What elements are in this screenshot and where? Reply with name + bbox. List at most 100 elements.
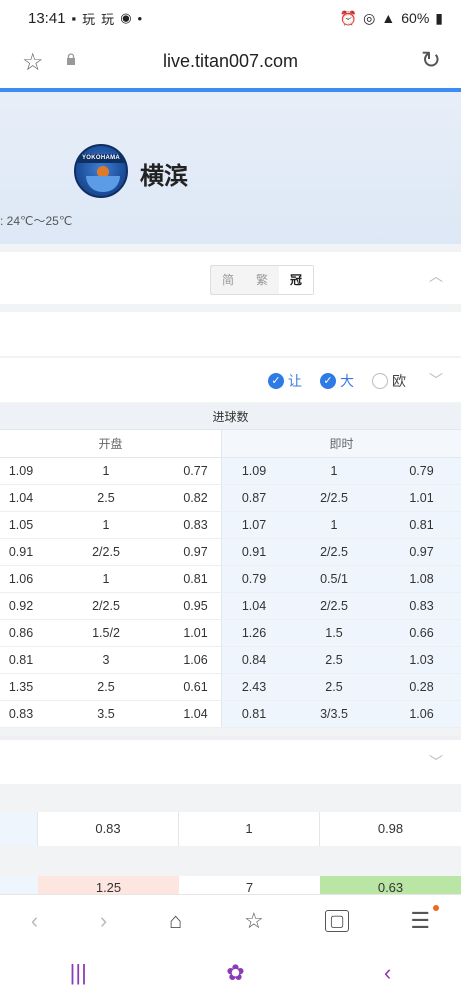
- table-row: 0.86 1.5/2 1.01 1.26 1.5 0.66: [0, 620, 461, 647]
- filter-overunder[interactable]: ✓ 大: [320, 371, 354, 391]
- table-cell: 0.66: [382, 620, 461, 646]
- table-cell: 0.84: [222, 647, 286, 673]
- table-row: 1.35 2.5 0.61 2.43 2.5 0.28: [0, 674, 461, 701]
- table-cell: 0.95: [170, 593, 222, 619]
- table-cell: 0.92: [8, 599, 34, 613]
- message-icon: ▪: [71, 10, 77, 26]
- blank-panel: [0, 312, 461, 356]
- filter-handicap[interactable]: ✓ 让: [268, 371, 302, 391]
- lang-traditional[interactable]: 繁: [245, 266, 279, 294]
- table-row: 1.09 1 0.77 1.09 1 0.79: [0, 458, 461, 485]
- logo-text: YOKOHAMA: [76, 154, 126, 163]
- notification-dot: [433, 905, 439, 911]
- hotspot-icon: ◎: [363, 9, 376, 26]
- language-switcher: 简 繁 冠: [210, 265, 314, 295]
- home-icon[interactable]: ⌂: [169, 908, 182, 934]
- table-cell: 3: [102, 653, 110, 667]
- alarm-icon: ⏰: [339, 9, 358, 26]
- table-cell: 1.07: [222, 512, 286, 538]
- clock: 13:41: [28, 9, 66, 27]
- table-row: 1.04 2.5 0.82 0.87 2/2.5 1.01: [0, 485, 461, 512]
- table-cell: 0.79: [382, 458, 461, 484]
- table-cell: 1.04: [222, 593, 286, 619]
- table-cell: 0.81: [222, 701, 286, 727]
- table-cell: 2/2.5: [286, 539, 382, 565]
- collapse-chevron-icon[interactable]: ︿: [429, 266, 443, 286]
- status-bar: 13:41 ▪ 玩 玩 ◉ • ⏰ ◎ ▲ 60% ▮: [0, 0, 461, 36]
- browser-url-bar: ☆ live.titan007.com ↻: [0, 36, 461, 88]
- table-cell: 0.91: [222, 539, 286, 565]
- open-header: 开盘: [0, 430, 222, 457]
- battery-percent: 60%: [401, 10, 430, 26]
- filter-label: 欧: [392, 373, 406, 389]
- game-icon-2: 玩: [101, 11, 115, 27]
- table-row: 0.81 3 1.06 0.84 2.5 1.03: [0, 647, 461, 674]
- bookmarks-icon[interactable]: ☆: [244, 908, 264, 934]
- nav-back-icon[interactable]: ‹: [384, 960, 391, 986]
- signal-icon: ▲: [381, 10, 396, 26]
- table-cell: 3.5: [97, 707, 115, 721]
- table-cell: 2/2.5: [92, 599, 120, 613]
- menu-icon[interactable]: ☰: [410, 908, 430, 934]
- expand-chevron-icon[interactable]: ﹀: [429, 752, 443, 772]
- check-icon: ✓: [320, 373, 336, 389]
- table-row: 0.91 2/2.5 0.97 0.91 2/2.5 0.97: [0, 539, 461, 566]
- table-cell: 0.81: [8, 653, 34, 667]
- table-cell: 1.35: [8, 680, 34, 694]
- table-cell: 1: [286, 512, 382, 538]
- odds-row: 1.25 7 0.63: [0, 876, 461, 894]
- table-cell: 3/3.5: [286, 701, 382, 727]
- table-cell: 1.08: [382, 566, 461, 592]
- home-flower-icon[interactable]: ✿: [226, 960, 244, 986]
- table-body: 1.09 1 0.77 1.09 1 0.79 1.04 2.5 0.82 0.87 2/2.5 1.…: [0, 458, 461, 728]
- tabs-icon[interactable]: ▢: [325, 909, 349, 932]
- table-cell: 1.04: [8, 491, 34, 505]
- table-cell: 0.83: [170, 512, 222, 538]
- table-cell: 0.83: [8, 707, 34, 721]
- cell: [0, 876, 38, 894]
- cell: 1.25: [38, 876, 179, 894]
- recent-apps-icon[interactable]: |||: [70, 960, 87, 986]
- table-cell: 1.26: [222, 620, 286, 646]
- table-cell: 2/2.5: [92, 545, 120, 559]
- live-header: 即时: [222, 430, 461, 457]
- cell: 7: [179, 876, 320, 894]
- table-row: 1.05 1 0.83 1.07 1 0.81: [0, 512, 461, 539]
- forward-icon[interactable]: ›: [100, 908, 107, 934]
- table-cell: 2.5: [286, 674, 382, 700]
- filter-european[interactable]: 欧: [372, 371, 406, 391]
- expand-chevron-icon[interactable]: ﹀: [429, 370, 443, 390]
- table-cell: 0.82: [170, 485, 222, 511]
- table-cell: 0.97: [170, 539, 222, 565]
- url-text[interactable]: live.titan007.com: [0, 51, 461, 72]
- reload-icon[interactable]: ↻: [421, 46, 441, 75]
- table-cell: 0.97: [382, 539, 461, 565]
- system-nav-bar: ||| ✿ ‹: [0, 946, 461, 1000]
- table-cell: 1.01: [170, 620, 222, 646]
- back-icon[interactable]: ‹: [31, 908, 38, 934]
- odds-table: 进球数 开盘 即时 1.09 1 0.77 1.09 1 0.79 1.04 2.5 0.82 0…: [0, 404, 461, 728]
- table-cell: 2/2.5: [286, 485, 382, 511]
- weather-text: : 24℃～25℃: [0, 214, 73, 228]
- table-cell: 0.86: [8, 626, 34, 640]
- table-cell: 0.91: [8, 545, 34, 559]
- table-cell: 1: [102, 518, 110, 532]
- table-cell: 1.09: [8, 464, 34, 478]
- lang-hk[interactable]: 冠: [279, 266, 313, 294]
- lang-simplified[interactable]: 简: [211, 266, 245, 294]
- table-row: 0.83 3.5 1.04 0.81 3/3.5 1.06: [0, 701, 461, 728]
- table-title: 进球数: [0, 404, 461, 430]
- cell: 0.83: [38, 812, 179, 846]
- table-subheader: 开盘 即时: [0, 430, 461, 458]
- odds-filter-row: ✓ 让 ✓ 大 欧 ﹀: [0, 358, 461, 402]
- language-row: 简 繁 冠 ︿: [0, 252, 461, 304]
- team-header: YOKOHAMA 横滨 : 24℃～25℃: [0, 92, 461, 244]
- game-icon-1: 玩: [82, 11, 96, 27]
- table-cell: 0.77: [170, 458, 222, 484]
- table-cell: 1.04: [170, 701, 222, 727]
- app-icon: ◉: [120, 10, 132, 25]
- filter-label: 让: [288, 373, 302, 389]
- cell: [0, 812, 38, 846]
- filter-label: 大: [340, 373, 354, 389]
- table-cell: 2.5: [97, 491, 115, 505]
